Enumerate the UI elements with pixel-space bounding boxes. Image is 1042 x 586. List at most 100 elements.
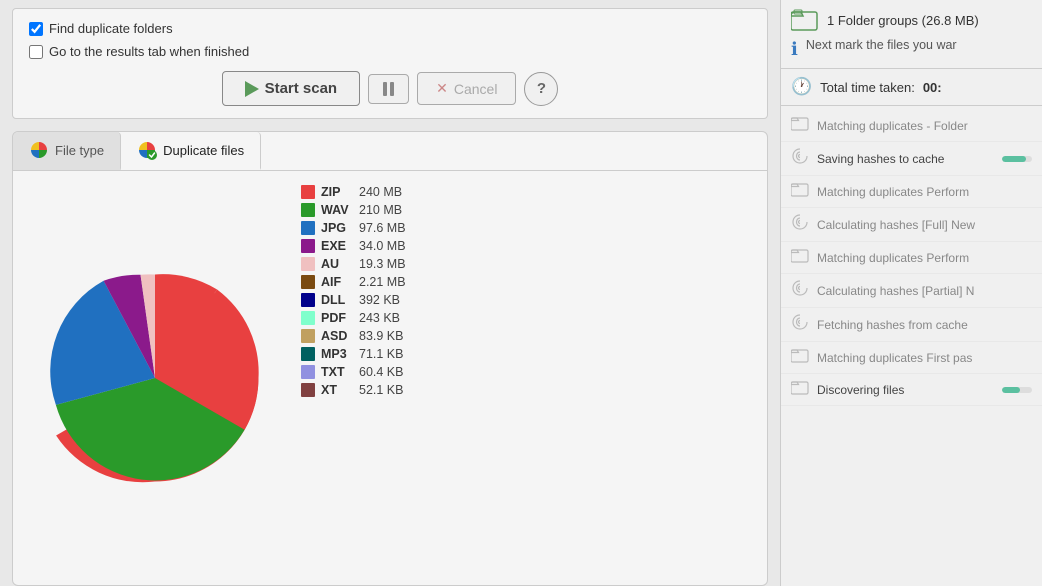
- legend-color-swatch: [301, 347, 315, 361]
- time-row: 🕐 Total time taken: 00:: [781, 69, 1042, 106]
- legend-scroll[interactable]: ZIP 240 MB WAV 210 MB JPG 97.6 MB EXE 34…: [301, 183, 755, 573]
- progress-item-label: Matching duplicates First pas: [817, 351, 1032, 365]
- tabs-container: File type Duplicate files: [12, 131, 768, 586]
- progress-item-icon: [791, 247, 809, 268]
- progress-item-label: Calculating hashes [Full] New: [817, 218, 1032, 232]
- legend-color-swatch: [301, 221, 315, 235]
- legend-file-size: 243 KB: [359, 311, 400, 325]
- go-to-results-checkbox[interactable]: [29, 45, 43, 59]
- folder-groups-icon: [791, 8, 819, 32]
- legend-item: XT 52.1 KB: [301, 381, 751, 399]
- progress-item: Discovering files: [781, 374, 1042, 406]
- chart-area: ZIP 240 MB WAV 210 MB JPG 97.6 MB EXE 34…: [13, 171, 767, 585]
- go-to-results-row: Go to the results tab when finished: [29, 44, 751, 59]
- legend-file-size: 60.4 KB: [359, 365, 403, 379]
- legend-file-type: AIF: [321, 275, 353, 289]
- fingerprint-icon: [791, 313, 809, 331]
- total-time-value: 00:: [923, 80, 942, 95]
- progress-item: Matching duplicates Perform: [781, 176, 1042, 208]
- legend-color-swatch: [301, 257, 315, 271]
- cancel-label: Cancel: [454, 81, 498, 97]
- legend-color-swatch: [301, 275, 315, 289]
- legend-color-swatch: [301, 239, 315, 253]
- legend-item: AIF 2.21 MB: [301, 273, 751, 291]
- start-scan-label: Start scan: [265, 80, 338, 97]
- legend-file-size: 2.21 MB: [359, 275, 406, 289]
- find-duplicates-label[interactable]: Find duplicate folders: [49, 21, 173, 36]
- legend-item: ASD 83.9 KB: [301, 327, 751, 345]
- find-duplicates-checkbox[interactable]: [29, 22, 43, 36]
- progress-item: Calculating hashes [Full] New: [781, 208, 1042, 242]
- help-button[interactable]: ?: [524, 72, 558, 106]
- legend-file-type: JPG: [321, 221, 353, 235]
- progress-item: Calculating hashes [Partial] N: [781, 274, 1042, 308]
- progress-item-icon: [791, 279, 809, 302]
- pie-chart: [25, 183, 285, 573]
- progress-bar: [1002, 387, 1032, 393]
- start-scan-button[interactable]: Start scan: [222, 71, 361, 106]
- progress-item-icon: [791, 379, 809, 400]
- legend-file-size: 71.1 KB: [359, 347, 403, 361]
- x-icon: ✕: [436, 80, 448, 97]
- action-buttons: Start scan ✕ Cancel ?: [29, 71, 751, 106]
- folder-icon: [791, 181, 809, 197]
- progress-item-label: Matching duplicates Perform: [817, 251, 1032, 265]
- left-panel: Find duplicate folders Go to the results…: [0, 0, 780, 586]
- tab-file-type[interactable]: File type: [13, 132, 121, 170]
- legend-file-type: TXT: [321, 365, 353, 379]
- progress-item: Fetching hashes from cache: [781, 308, 1042, 342]
- play-icon: [245, 81, 259, 97]
- folder-icon: [791, 347, 809, 363]
- fingerprint-icon: [791, 147, 809, 165]
- progress-item: Matching duplicates First pas: [781, 342, 1042, 374]
- progress-item-icon: [791, 147, 809, 170]
- legend-color-swatch: [301, 311, 315, 325]
- legend-file-type: DLL: [321, 293, 353, 307]
- go-to-results-label[interactable]: Go to the results tab when finished: [49, 44, 249, 59]
- legend-item: AU 19.3 MB: [301, 255, 751, 273]
- legend-file-type: WAV: [321, 203, 353, 217]
- legend-file-size: 83.9 KB: [359, 329, 403, 343]
- progress-item-label: Saving hashes to cache: [817, 152, 994, 166]
- legend-file-type: EXE: [321, 239, 353, 253]
- cancel-button[interactable]: ✕ Cancel: [417, 72, 516, 105]
- legend-file-type: PDF: [321, 311, 353, 325]
- top-controls: Find duplicate folders Go to the results…: [12, 8, 768, 119]
- progress-item: Saving hashes to cache: [781, 142, 1042, 176]
- legend-color-swatch: [301, 365, 315, 379]
- find-duplicates-row: Find duplicate folders: [29, 21, 751, 36]
- folder-groups-row: 1 Folder groups (26.8 MB): [791, 8, 1032, 32]
- legend-item: ZIP 240 MB: [301, 183, 751, 201]
- progress-item: Matching duplicates Perform: [781, 242, 1042, 274]
- info-icon: ℹ: [791, 39, 798, 60]
- pause-button[interactable]: [368, 74, 409, 104]
- legend-item: WAV 210 MB: [301, 201, 751, 219]
- progress-item-label: Fetching hashes from cache: [817, 318, 1032, 332]
- legend-file-size: 34.0 MB: [359, 239, 406, 253]
- total-time-label: Total time taken:: [820, 80, 915, 95]
- right-top-section: 1 Folder groups (26.8 MB) ℹ Next mark th…: [781, 0, 1042, 69]
- progress-list: Matching duplicates - Folder Saving hash…: [781, 106, 1042, 586]
- progress-item-icon: [791, 115, 809, 136]
- file-type-tab-icon: [29, 140, 49, 160]
- folder-groups-text: 1 Folder groups (26.8 MB): [827, 13, 979, 28]
- info-row: ℹ Next mark the files you war: [791, 38, 1032, 60]
- tabs-header: File type Duplicate files: [13, 132, 767, 171]
- tab-duplicate-files[interactable]: Duplicate files: [121, 132, 261, 170]
- progress-item-icon: [791, 313, 809, 336]
- folder-icon: [791, 379, 809, 395]
- legend-file-size: 52.1 KB: [359, 383, 403, 397]
- progress-bar-fill: [1002, 156, 1026, 162]
- tab-file-type-label: File type: [55, 143, 104, 158]
- progress-item-label: Calculating hashes [Partial] N: [817, 284, 1032, 298]
- legend-file-type: MP3: [321, 347, 353, 361]
- legend-item: JPG 97.6 MB: [301, 219, 751, 237]
- progress-item: Matching duplicates - Folder: [781, 110, 1042, 142]
- legend-color-swatch: [301, 383, 315, 397]
- legend-item: DLL 392 KB: [301, 291, 751, 309]
- progress-bar: [1002, 156, 1032, 162]
- pause-icon: [383, 82, 394, 96]
- legend-file-type: ASD: [321, 329, 353, 343]
- progress-item-label: Matching duplicates - Folder: [817, 119, 1032, 133]
- legend-file-size: 392 KB: [359, 293, 400, 307]
